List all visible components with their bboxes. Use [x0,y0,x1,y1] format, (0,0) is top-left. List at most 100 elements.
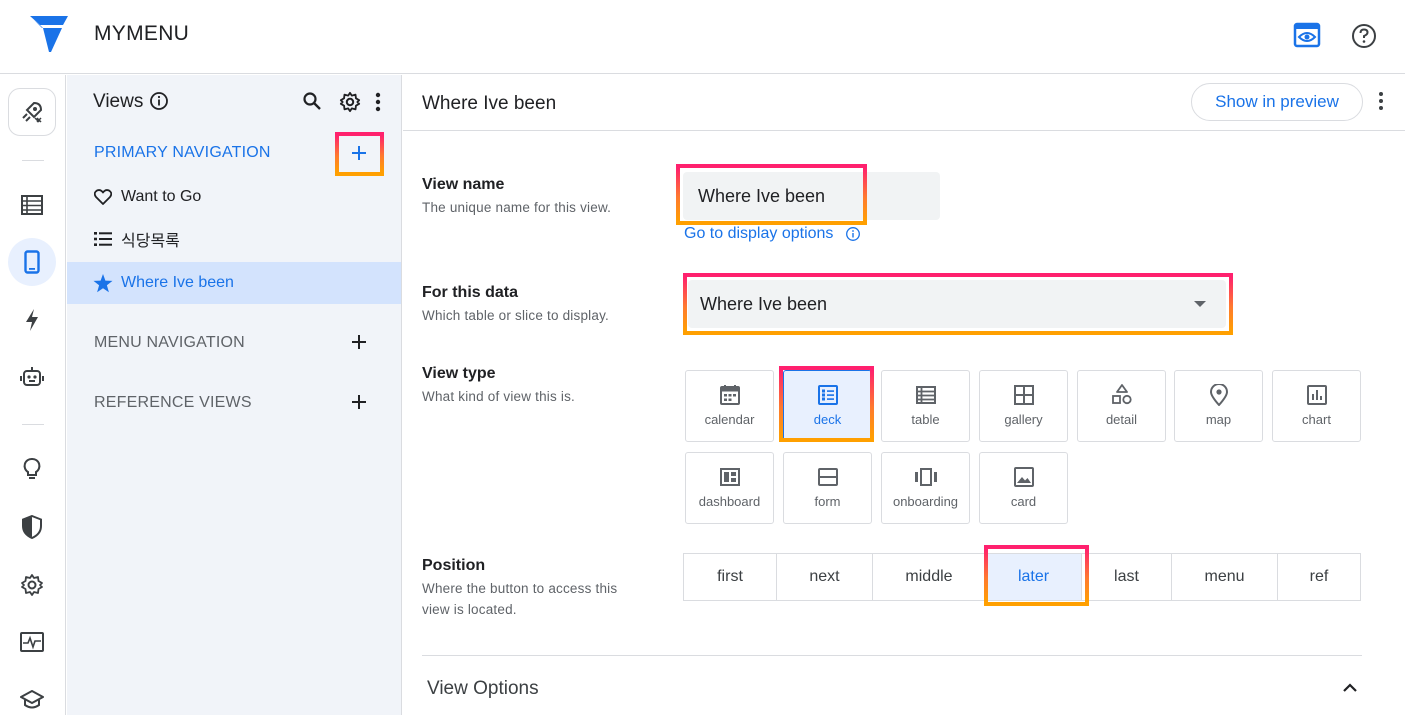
go-to-display-options-link[interactable]: Go to display options [684,225,861,243]
form-icon [817,466,839,488]
view-name-label: View name [422,176,505,193]
view-options-header[interactable]: View Options [427,678,539,700]
more-vert-icon[interactable] [1371,91,1391,113]
search-icon[interactable] [302,91,322,111]
reference-views-label: REFERENCE VIEWS [94,394,252,411]
add-menu-view-icon[interactable] [349,332,369,352]
robot-icon[interactable] [8,353,56,401]
pulse-icon[interactable] [8,618,56,666]
view-type-card[interactable]: card [979,452,1068,524]
view-type-label-text: form [814,494,841,509]
show-in-preview-button[interactable]: Show in preview [1191,83,1363,121]
position-next[interactable]: next [776,553,873,601]
position-segmented-control: first next middle later last menu ref [683,553,1361,601]
info-icon [845,226,861,242]
menu-navigation-label: MENU NAVIGATION [94,334,245,351]
divider [422,655,1362,656]
table-icon[interactable] [8,181,56,229]
nav-item-label: Where Ive been [121,274,234,291]
for-this-data-label: For this data [422,284,519,301]
map-pin-icon [1208,384,1230,406]
position-label: Position [422,557,486,574]
view-type-dashboard[interactable]: dashboard [685,452,774,524]
view-type-label-text: gallery [1004,412,1043,427]
settings-icon[interactable] [339,91,361,113]
page-title: Where Ive been [422,93,557,114]
nav-item-label: 식당목록 [121,233,180,250]
position-last[interactable]: last [1081,553,1172,601]
position-first[interactable]: first [683,553,777,601]
views-panel: Views PRIMARY NAVIGATION Want to Go 식당목록… [67,75,402,715]
view-type-label-text: calendar [704,412,755,427]
view-type-chart[interactable]: chart [1272,370,1361,442]
gear-icon[interactable] [8,561,56,609]
rail-divider [22,160,44,161]
view-type-detail[interactable]: detail [1077,370,1166,442]
view-type-label-text: dashboard [698,494,761,509]
help-icon[interactable] [1350,22,1378,50]
for-this-data-help: Which table or slice to display. [422,308,609,323]
view-type-label-text: table [911,412,940,427]
school-icon[interactable] [8,676,56,724]
view-type-deck[interactable]: deck [783,370,872,442]
view-type-label-text: detail [1105,412,1138,427]
display-link-label: Go to display options [684,225,834,242]
primary-navigation-label: PRIMARY NAVIGATION [94,144,271,161]
view-type-map[interactable]: map [1174,370,1263,442]
position-ref[interactable]: ref [1277,553,1361,601]
data-source-select[interactable]: Where Ive been [688,280,1226,328]
shield-icon[interactable] [8,503,56,551]
app-title: MYMENU [94,22,190,45]
detail-icon [1111,384,1133,406]
table-icon [915,384,937,406]
add-primary-view-icon[interactable] [349,143,369,163]
nav-item-where-ive-been[interactable]: Where Ive been [67,262,401,304]
star-icon [93,273,113,293]
bulb-icon[interactable] [8,445,56,493]
dropdown-arrow-icon [1194,301,1206,307]
view-type-onboarding[interactable]: onboarding [881,452,970,524]
view-type-label-text: map [1205,412,1232,427]
gallery-icon [1013,384,1035,406]
main-header: Where Ive been Show in preview [403,75,1405,131]
view-type-label-text: card [1010,494,1037,509]
appsheet-logo-icon[interactable] [30,16,70,54]
carousel-icon [914,466,938,488]
chevron-up-icon[interactable] [1340,680,1360,696]
nav-item-label: Want to Go [121,188,202,205]
add-reference-view-icon[interactable] [349,392,369,412]
position-help-line2: view is located. [422,602,517,617]
panel-title: Views [93,91,144,112]
nav-item-want-to-go[interactable]: Want to Go [67,176,401,218]
top-bar: MYMENU [0,0,1405,74]
heart-icon [93,187,113,207]
nav-item-restaurant-list[interactable]: 식당목록 [67,218,401,260]
view-type-help: What kind of view this is. [422,389,576,404]
dashboard-icon [719,466,741,488]
calendar-icon [719,384,741,406]
view-name-input[interactable]: Where Ive been [683,172,940,220]
view-type-label: View type [422,365,496,382]
list-icon [93,229,113,249]
image-icon [1013,466,1035,488]
info-icon[interactable] [149,91,169,111]
view-type-calendar[interactable]: calendar [685,370,774,442]
more-vert-icon[interactable] [368,91,388,113]
view-type-form[interactable]: form [783,452,872,524]
select-value: Where Ive been [700,293,828,314]
left-rail [0,75,66,715]
preview-toggle-icon[interactable] [1293,22,1321,48]
view-type-table[interactable]: table [881,370,970,442]
bolt-icon[interactable] [8,296,56,344]
position-later[interactable]: later [985,553,1082,601]
chart-icon [1306,384,1328,406]
rocket-icon[interactable] [8,88,56,136]
position-help-line1: Where the button to access this [422,581,618,596]
view-type-gallery[interactable]: gallery [979,370,1068,442]
view-type-label-text: onboarding [892,494,959,509]
position-middle[interactable]: middle [872,553,986,601]
view-type-label-text: chart [1302,412,1331,427]
view-type-label-text: deck [813,412,842,427]
phone-icon[interactable] [8,238,56,286]
position-menu[interactable]: menu [1171,553,1278,601]
